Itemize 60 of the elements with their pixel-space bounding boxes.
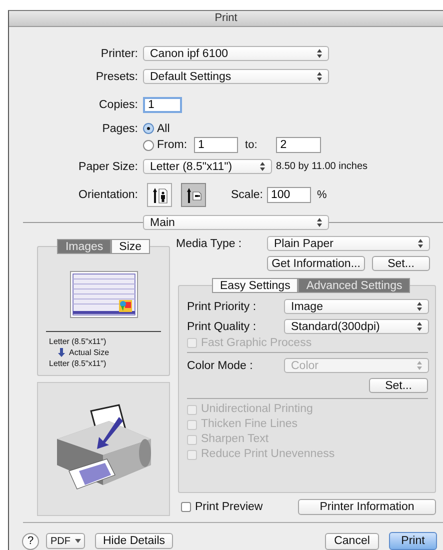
setting-label: Print Priority :: [187, 300, 258, 312]
portrait-icon: [152, 186, 168, 204]
setting-label: Print Quality :: [187, 320, 258, 332]
preview-tab[interactable]: Size: [111, 239, 150, 254]
set-button[interactable]: Set...: [369, 378, 428, 393]
radio-button[interactable]: All: [143, 122, 170, 134]
copies-field[interactable]: 1: [143, 97, 182, 113]
page-preview-drawing: [70, 271, 138, 318]
print-preview-checkbox[interactable]: Print Preview: [181, 501, 263, 513]
paper-dimensions: 8.50 by 11.00 inches: [276, 161, 368, 172]
printer-label: Printer:: [100, 48, 138, 60]
stepper-arrows-icon: [317, 49, 322, 58]
from-page-field[interactable]: 1: [194, 137, 238, 153]
stepper-arrows-icon: [260, 162, 265, 171]
push-button[interactable]: Get Information...: [267, 256, 365, 271]
settings-tab[interactable]: Easy Settings: [212, 278, 298, 293]
stepper-arrows-icon: [418, 239, 423, 248]
media-type-popup[interactable]: Plain Paper: [267, 236, 430, 251]
copies-label: Copies:: [98, 99, 138, 111]
paper-size-popup[interactable]: Letter (8.5"x11"): [143, 159, 272, 174]
caret-icon: [74, 539, 80, 543]
portrait-orientation-button[interactable]: [147, 183, 172, 207]
paper-size-label: Paper Size:: [78, 160, 138, 172]
scale-field[interactable]: 100: [266, 187, 311, 203]
push-button[interactable]: Set...: [372, 256, 430, 271]
source-paper-size: Letter (8.5"x11"): [49, 336, 108, 347]
landscape-orientation-button[interactable]: [181, 183, 206, 207]
panel-popup[interactable]: Main: [143, 215, 329, 230]
printer-information-button[interactable]: Printer Information: [298, 499, 436, 515]
print-button[interactable]: Print: [389, 532, 437, 550]
down-arrow-icon: [58, 348, 65, 357]
stepper-arrows-icon: [417, 361, 422, 370]
to-page-field[interactable]: 2: [276, 137, 322, 153]
stepper-arrows-icon: [417, 322, 422, 331]
window-title: Print: [214, 12, 238, 24]
setting-popup[interactable]: Standard(300dpi): [284, 319, 429, 334]
hide-details-button[interactable]: Hide Details: [95, 533, 173, 549]
radio-button[interactable]: From:: [143, 139, 188, 151]
media-type-label: Media Type :: [176, 238, 243, 250]
to-label: to:: [245, 139, 258, 151]
stepper-arrows-icon: [317, 72, 322, 81]
pages-label: Pages:: [101, 122, 138, 134]
scale-label: Scale:: [231, 189, 263, 201]
presets-popup[interactable]: Default Settings: [143, 69, 329, 84]
stepper-arrows-icon: [317, 218, 322, 227]
orientation-label: Orientation:: [78, 189, 138, 201]
help-button[interactable]: ?: [22, 532, 39, 550]
stepper-arrows-icon: [417, 302, 422, 311]
cancel-button[interactable]: Cancel: [325, 532, 379, 550]
pdf-menu-button[interactable]: PDF: [46, 533, 85, 549]
percent-label: %: [316, 189, 327, 201]
presets-label: Presets:: [94, 70, 138, 82]
setting-popup[interactable]: Image: [284, 299, 429, 314]
printer-popup[interactable]: Canon ipf 6100: [143, 46, 329, 61]
color-mode-label: Color Mode :: [187, 360, 254, 372]
scaling-mode: Actual Size: [69, 347, 110, 358]
settings-tab[interactable]: Advanced Settings: [298, 278, 410, 293]
preview-tab[interactable]: Images: [57, 239, 112, 254]
landscape-icon: [186, 186, 202, 204]
target-paper-size: Letter (8.5"x11"): [49, 358, 108, 369]
